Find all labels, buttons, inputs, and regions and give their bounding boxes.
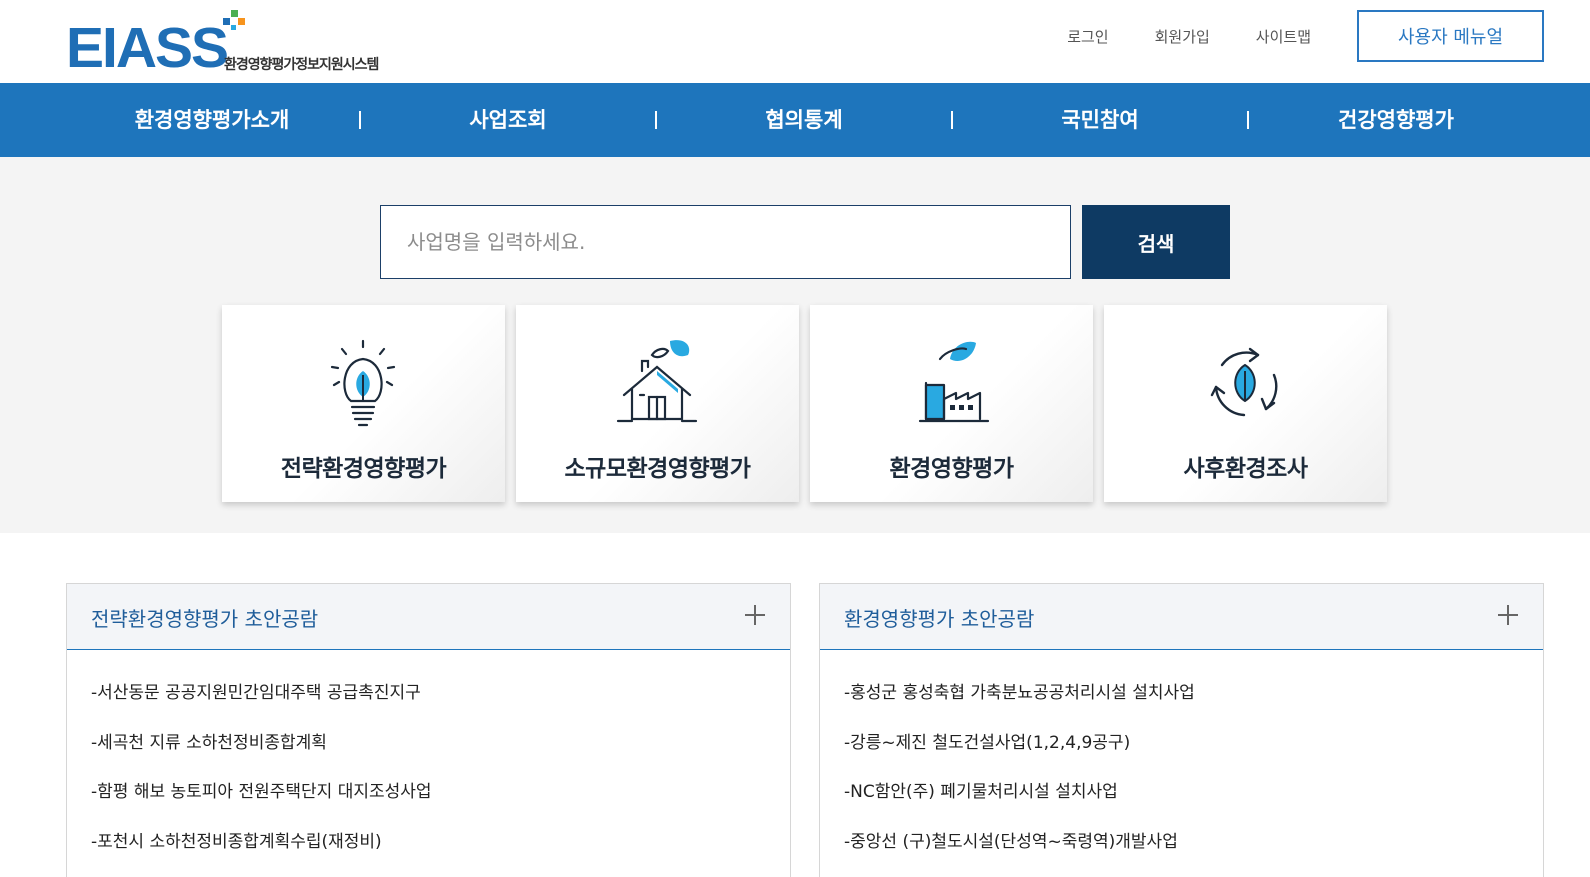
main-navigation: 환경영향평가소개 사업조회 협의통계 국민참여 건강영향평가	[0, 83, 1590, 157]
logo-wordmark: EIASS	[66, 16, 229, 80]
nav-separator	[359, 111, 361, 129]
nav-item-project-search[interactable]: 사업조회	[408, 83, 608, 157]
card-eia[interactable]: 환경영향평가	[810, 305, 1093, 502]
logo-square-lightblue	[231, 25, 236, 30]
plus-icon[interactable]	[1495, 602, 1521, 628]
list-item[interactable]: -서산동문 공공지원민간임대주택 공급촉진지구	[91, 678, 432, 728]
panel-title: 환경영향평가 초안공람	[844, 607, 1035, 631]
top-utility-links: 로그인 회원가입 사이트맵 사용자 메뉴얼	[1067, 10, 1544, 62]
nav-item-consultation-stats[interactable]: 협의통계	[704, 83, 904, 157]
card-label: 소규모환경영향평가	[564, 456, 751, 482]
lightbulb-leaf-icon	[330, 339, 396, 427]
logo-square-orange	[238, 18, 245, 25]
login-link[interactable]: 로그인	[1067, 26, 1108, 47]
panel-header: 전략환경영향평가 초안공람	[67, 584, 790, 650]
project-search-input[interactable]	[380, 205, 1071, 279]
plus-icon[interactable]	[742, 602, 768, 628]
panel-title: 전략환경영향평가 초안공람	[91, 607, 319, 631]
list-item[interactable]: -세곡천 지류 소하천정비종합계획	[91, 728, 432, 778]
nav-separator	[655, 111, 657, 129]
factory-leaf-icon	[918, 341, 990, 423]
nav-item-health-impact[interactable]: 건강영향평가	[1296, 83, 1496, 157]
draft-list: -서산동문 공공지원민간임대주택 공급촉진지구 -세곡천 지류 소하천정비종합계…	[91, 678, 432, 876]
recycle-leaf-icon	[1210, 347, 1278, 417]
list-item[interactable]: -홍성군 홍성축협 가축분뇨공공처리시설 설치사업	[844, 678, 1195, 728]
card-label: 전략환경영향평가	[280, 456, 447, 482]
card-label: 환경영향평가	[889, 456, 1014, 482]
nav-item-eia-intro[interactable]: 환경영향평가소개	[112, 83, 312, 157]
list-item[interactable]: -강릉~제진 철도건설사업(1,2,4,9공구)	[844, 728, 1195, 778]
eia-draft-panel: 환경영향평가 초안공람 -홍성군 홍성축협 가축분뇨공공처리시설 설치사업 -강…	[819, 583, 1544, 877]
card-strategic-eia[interactable]: 전략환경영향평가	[222, 305, 505, 502]
strategic-eia-draft-panel: 전략환경영향평가 초안공람 -서산동문 공공지원민간임대주택 공급촉진지구 -세…	[66, 583, 791, 877]
card-label: 사후환경조사	[1183, 456, 1308, 482]
search-button[interactable]: 검색	[1082, 205, 1230, 279]
draft-list: -홍성군 홍성축협 가축분뇨공공처리시설 설치사업 -강릉~제진 철도건설사업(…	[844, 678, 1195, 876]
list-item[interactable]: -중앙선 (구)철도시설(단성역~죽령역)개발사업	[844, 827, 1195, 877]
list-item[interactable]: -포천시 소하천정비종합계획수립(재정비)	[91, 827, 432, 877]
user-manual-button[interactable]: 사용자 메뉴얼	[1357, 10, 1544, 62]
list-item[interactable]: -함평 해보 농토피아 전원주택단지 대지조성사업	[91, 777, 432, 827]
signup-link[interactable]: 회원가입	[1155, 26, 1210, 47]
nav-separator	[951, 111, 953, 129]
nav-item-public-participation[interactable]: 국민참여	[1000, 83, 1200, 157]
eiass-logo[interactable]: EIASS 환경영향평가정보지원시스템	[66, 8, 426, 78]
card-small-eia[interactable]: 소규모환경영향평가	[516, 305, 799, 502]
card-post-environmental-survey[interactable]: 사후환경조사	[1104, 305, 1387, 502]
nav-separator	[1247, 111, 1249, 129]
sitemap-link[interactable]: 사이트맵	[1256, 26, 1311, 47]
logo-subtitle: 환경영향평가정보지원시스템	[224, 57, 379, 73]
house-leaf-icon	[616, 340, 698, 423]
site-header: EIASS 환경영향평가정보지원시스템 로그인 회원가입 사이트맵 사용자 메뉴…	[0, 0, 1590, 83]
logo-square-blue	[223, 18, 230, 25]
logo-square-green	[231, 10, 238, 17]
panel-header: 환경영향평가 초안공람	[820, 584, 1543, 650]
list-item[interactable]: -NC함안(주) 폐기물처리시설 설치사업	[844, 777, 1195, 827]
